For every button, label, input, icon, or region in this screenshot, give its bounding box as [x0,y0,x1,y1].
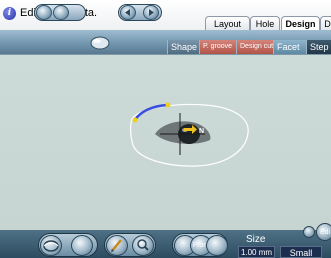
step-shape[interactable]: Shape [167,40,199,54]
pen-icon[interactable] [106,235,128,256]
size-label: Size [246,234,266,245]
facet-shape-icon[interactable] [40,235,62,256]
front-view-toggle[interactable]: Front [172,233,228,257]
lens-icon[interactable] [89,32,111,52]
settings-small-button[interactable] [303,226,315,238]
view-toggle-group[interactable] [34,4,86,21]
facet-shape-alt-button[interactable] [71,235,93,256]
arrow-right-icon[interactable] [143,5,159,20]
size-option-select[interactable]: Small [280,246,322,258]
facet-handle-end [165,102,171,108]
edit-button[interactable]: Edi [316,223,331,241]
arrow-left-icon[interactable] [120,5,136,20]
front-alt-button[interactable] [206,235,228,256]
step-navigation[interactable] [118,4,162,21]
facet-shape-toggle[interactable] [38,233,98,257]
info-icon: i [3,7,16,20]
magnify-icon[interactable] [132,235,154,256]
step-step[interactable]: Step [306,40,331,54]
step-facet[interactable]: Facet [273,40,306,54]
tab-design[interactable]: Design [281,16,320,31]
tab-d[interactable]: D [320,16,331,31]
size-value-field[interactable]: 1.00 mm [238,246,275,258]
tab-layout[interactable]: Layout [205,16,250,31]
tab-hole[interactable]: Hole [250,16,280,31]
view-2-button[interactable] [53,5,69,20]
step-p-groove[interactable]: P. groove [199,40,236,54]
edit-canvas[interactable]: N [0,54,331,230]
pen-tool-toggle[interactable] [104,233,156,257]
facet-handle-start [132,117,138,123]
step-design-cut[interactable]: Design cut [236,40,273,54]
marker-label: N [199,128,204,135]
view-1-button[interactable] [36,5,52,20]
